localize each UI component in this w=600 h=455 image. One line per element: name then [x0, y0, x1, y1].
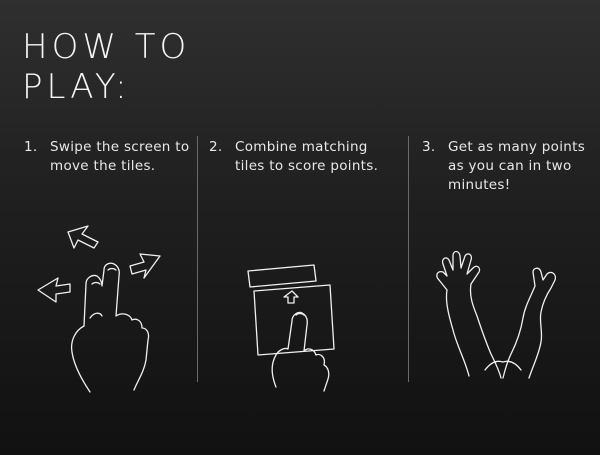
arrow-right-icon [129, 253, 161, 279]
tile-top [247, 264, 317, 288]
arrow-up-left-icon [67, 225, 99, 249]
divider [197, 136, 198, 382]
swipe-hand-icon [30, 220, 180, 400]
step-3-text: Get as many points as you can in two min… [448, 139, 586, 193]
divider [408, 136, 409, 382]
page-title: HOW TO PLAY: [22, 27, 191, 107]
arrow-up-icon [283, 290, 299, 304]
step-2-text: Combine matching tiles to score points. [235, 139, 379, 174]
left-hand-outline [436, 250, 502, 379]
arrow-left-icon [37, 277, 71, 303]
step-2-number: 2. [209, 139, 223, 155]
hand-outline [70, 262, 150, 393]
raised-arms-icon [425, 250, 585, 390]
tile-board [253, 284, 335, 356]
tap-tile-hand-icon [236, 255, 356, 395]
step-1-text: Swipe the screen to move the tiles. [50, 139, 190, 174]
step-1-number: 1. [24, 139, 38, 155]
step-3-number: 3. [422, 139, 436, 155]
